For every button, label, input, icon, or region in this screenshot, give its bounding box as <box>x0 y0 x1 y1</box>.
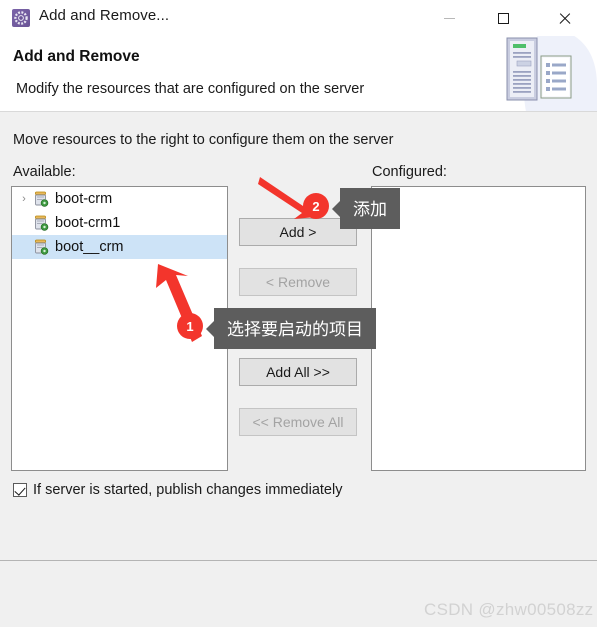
remove-all-button[interactable]: << Remove All <box>239 408 357 436</box>
project-module-icon <box>35 191 49 207</box>
twisty-spacer: › <box>16 241 32 253</box>
wizard-gear-icon <box>12 9 30 27</box>
maximize-icon <box>497 12 509 24</box>
project-module-icon <box>32 238 50 256</box>
available-list-item-label: boot__crm <box>55 238 124 255</box>
minimize-icon <box>443 17 455 19</box>
instruction-text: Move resources to the right to configure… <box>13 132 394 148</box>
chevron-right-icon[interactable]: › <box>16 193 32 205</box>
add-and-remove-dialog: Add and Remove... Add and Remove Modify … <box>0 0 597 627</box>
annotation-tooltip-2: 添加 <box>332 188 400 229</box>
available-list-item[interactable]: › boot__crm <box>12 235 227 259</box>
server-and-document-icon <box>506 36 597 111</box>
project-module-icon <box>35 239 49 255</box>
available-list-item-label: boot-crm <box>55 190 113 207</box>
publish-immediately-label: If server is started, publish changes im… <box>33 482 343 498</box>
project-module-icon <box>32 190 50 208</box>
remove-all-button-label: << Remove All <box>252 414 344 430</box>
title-bar: Add and Remove... <box>0 0 597 36</box>
window-title: Add and Remove... <box>39 7 170 24</box>
twisty-spacer: › <box>16 217 32 229</box>
page-description: Modify the resources that are configured… <box>16 81 365 97</box>
publish-immediately-row[interactable]: If server is started, publish changes im… <box>13 482 342 498</box>
add-button-label: Add > <box>279 224 317 240</box>
page-title: Add and Remove <box>13 48 140 65</box>
available-list-item[interactable]: › boot-crm1 <box>12 211 227 235</box>
add-all-button-label: Add All >> <box>266 364 330 380</box>
gear-glyph <box>14 11 28 25</box>
project-module-icon <box>32 214 50 232</box>
project-module-icon <box>35 215 49 231</box>
annotation-badge-2: 2 <box>303 193 329 219</box>
add-all-button[interactable]: Add All >> <box>239 358 357 386</box>
available-list-item-label: boot-crm1 <box>55 214 121 231</box>
wizard-header: Add and Remove Modify the resources that… <box>0 36 597 112</box>
remove-button-label: < Remove <box>265 274 331 290</box>
close-button[interactable] <box>541 0 587 36</box>
available-label: Available: <box>13 164 76 180</box>
close-icon <box>558 12 571 25</box>
watermark: CSDN @zhw00508zz <box>424 600 594 619</box>
configured-label: Configured: <box>372 164 447 180</box>
annotation-badge-1: 1 <box>177 313 203 339</box>
configured-list[interactable] <box>371 186 586 471</box>
minimize-button[interactable] <box>426 0 472 36</box>
publish-immediately-checkbox[interactable] <box>13 483 27 497</box>
annotation-tooltip-1: 选择要启动的项目 <box>206 308 376 349</box>
available-list-item[interactable]: › boot-crm <box>12 187 227 211</box>
maximize-button[interactable] <box>480 0 526 36</box>
remove-button[interactable]: < Remove <box>239 268 357 296</box>
